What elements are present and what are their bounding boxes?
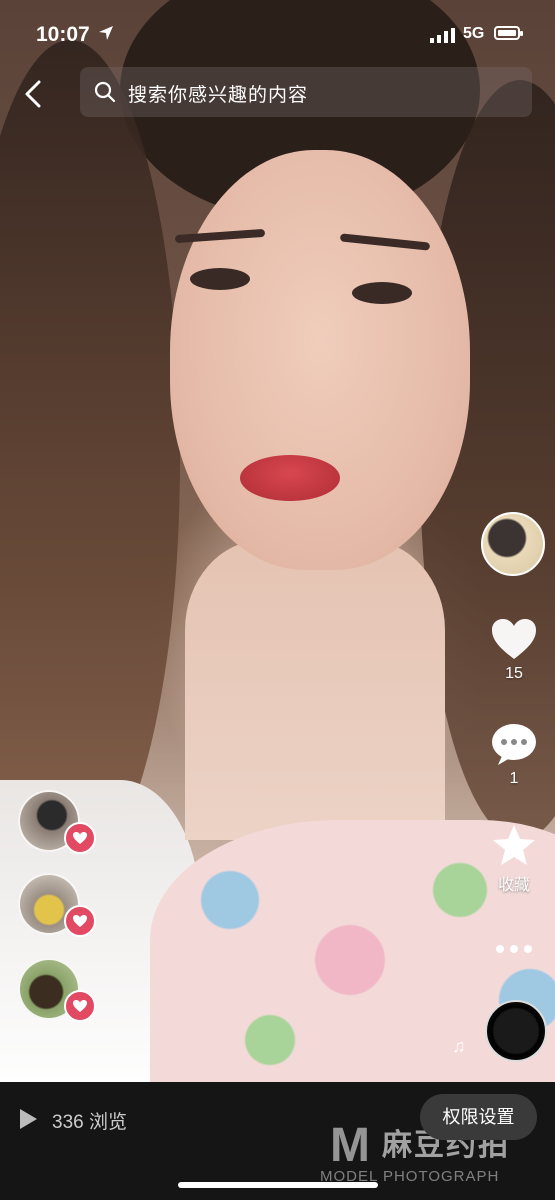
like-button[interactable]: 15 — [488, 617, 540, 683]
search-placeholder: 搜索你感兴趣的内容 — [128, 85, 309, 106]
comment-button[interactable]: 1 — [488, 722, 540, 788]
battery-icon — [494, 26, 523, 40]
back-arrow-icon[interactable] — [18, 78, 50, 110]
heart-icon — [73, 915, 87, 927]
network-type: 5G — [463, 25, 485, 42]
author-avatar[interactable] — [481, 512, 545, 576]
status-bar: 10:07 5G — [0, 0, 555, 64]
heart-badge — [64, 822, 96, 854]
collect-label: 收藏 — [497, 877, 530, 894]
home-indicator[interactable] — [178, 1182, 378, 1188]
video-screen: 10:07 5G 搜索你感兴趣的内容 15 1 收藏 ♫ 336 浏览 M 麻豆… — [0, 0, 555, 1200]
music-disc[interactable] — [485, 1000, 547, 1062]
comment-icon — [492, 724, 536, 765]
heart-icon — [73, 1000, 87, 1012]
heart-badge — [64, 990, 96, 1022]
followed-user-avatar[interactable] — [18, 790, 96, 856]
heart-icon — [73, 832, 87, 844]
like-count: 15 — [505, 665, 523, 682]
heart-icon — [492, 619, 536, 659]
bottom-bar: 336 浏览 M 麻豆约拍 MODEL PHOTOGRAPH 权限设置 — [0, 1082, 555, 1200]
more-icon[interactable] — [494, 942, 534, 956]
collect-button[interactable]: 收藏 — [488, 823, 540, 895]
view-count: 336 浏览 — [52, 1112, 127, 1133]
status-time: 10:07 — [36, 23, 90, 46]
star-icon — [493, 825, 535, 865]
followed-user-avatar[interactable] — [18, 958, 96, 1024]
music-note-icon: ♫ — [452, 1036, 466, 1056]
play-icon — [20, 1109, 37, 1129]
watermark-logo: M — [330, 1119, 370, 1172]
followed-user-avatar[interactable] — [18, 873, 96, 939]
search-bar[interactable]: 搜索你感兴趣的内容 — [80, 67, 532, 117]
permission-settings-button[interactable]: 权限设置 — [420, 1094, 537, 1140]
heart-badge — [64, 905, 96, 937]
comment-count: 1 — [509, 770, 519, 787]
signal-bars-icon — [430, 28, 455, 43]
search-icon — [94, 81, 116, 103]
location-arrow-icon — [99, 26, 113, 40]
